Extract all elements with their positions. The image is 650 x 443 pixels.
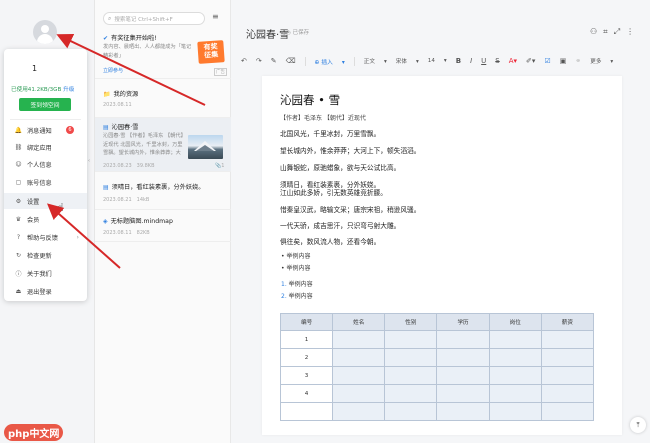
annotation-arrows: [47, 33, 206, 269]
arrow-to-avatar: [56, 33, 206, 106]
arrow-to-settings: [47, 203, 121, 269]
site-watermark: php中文网: [4, 424, 64, 441]
